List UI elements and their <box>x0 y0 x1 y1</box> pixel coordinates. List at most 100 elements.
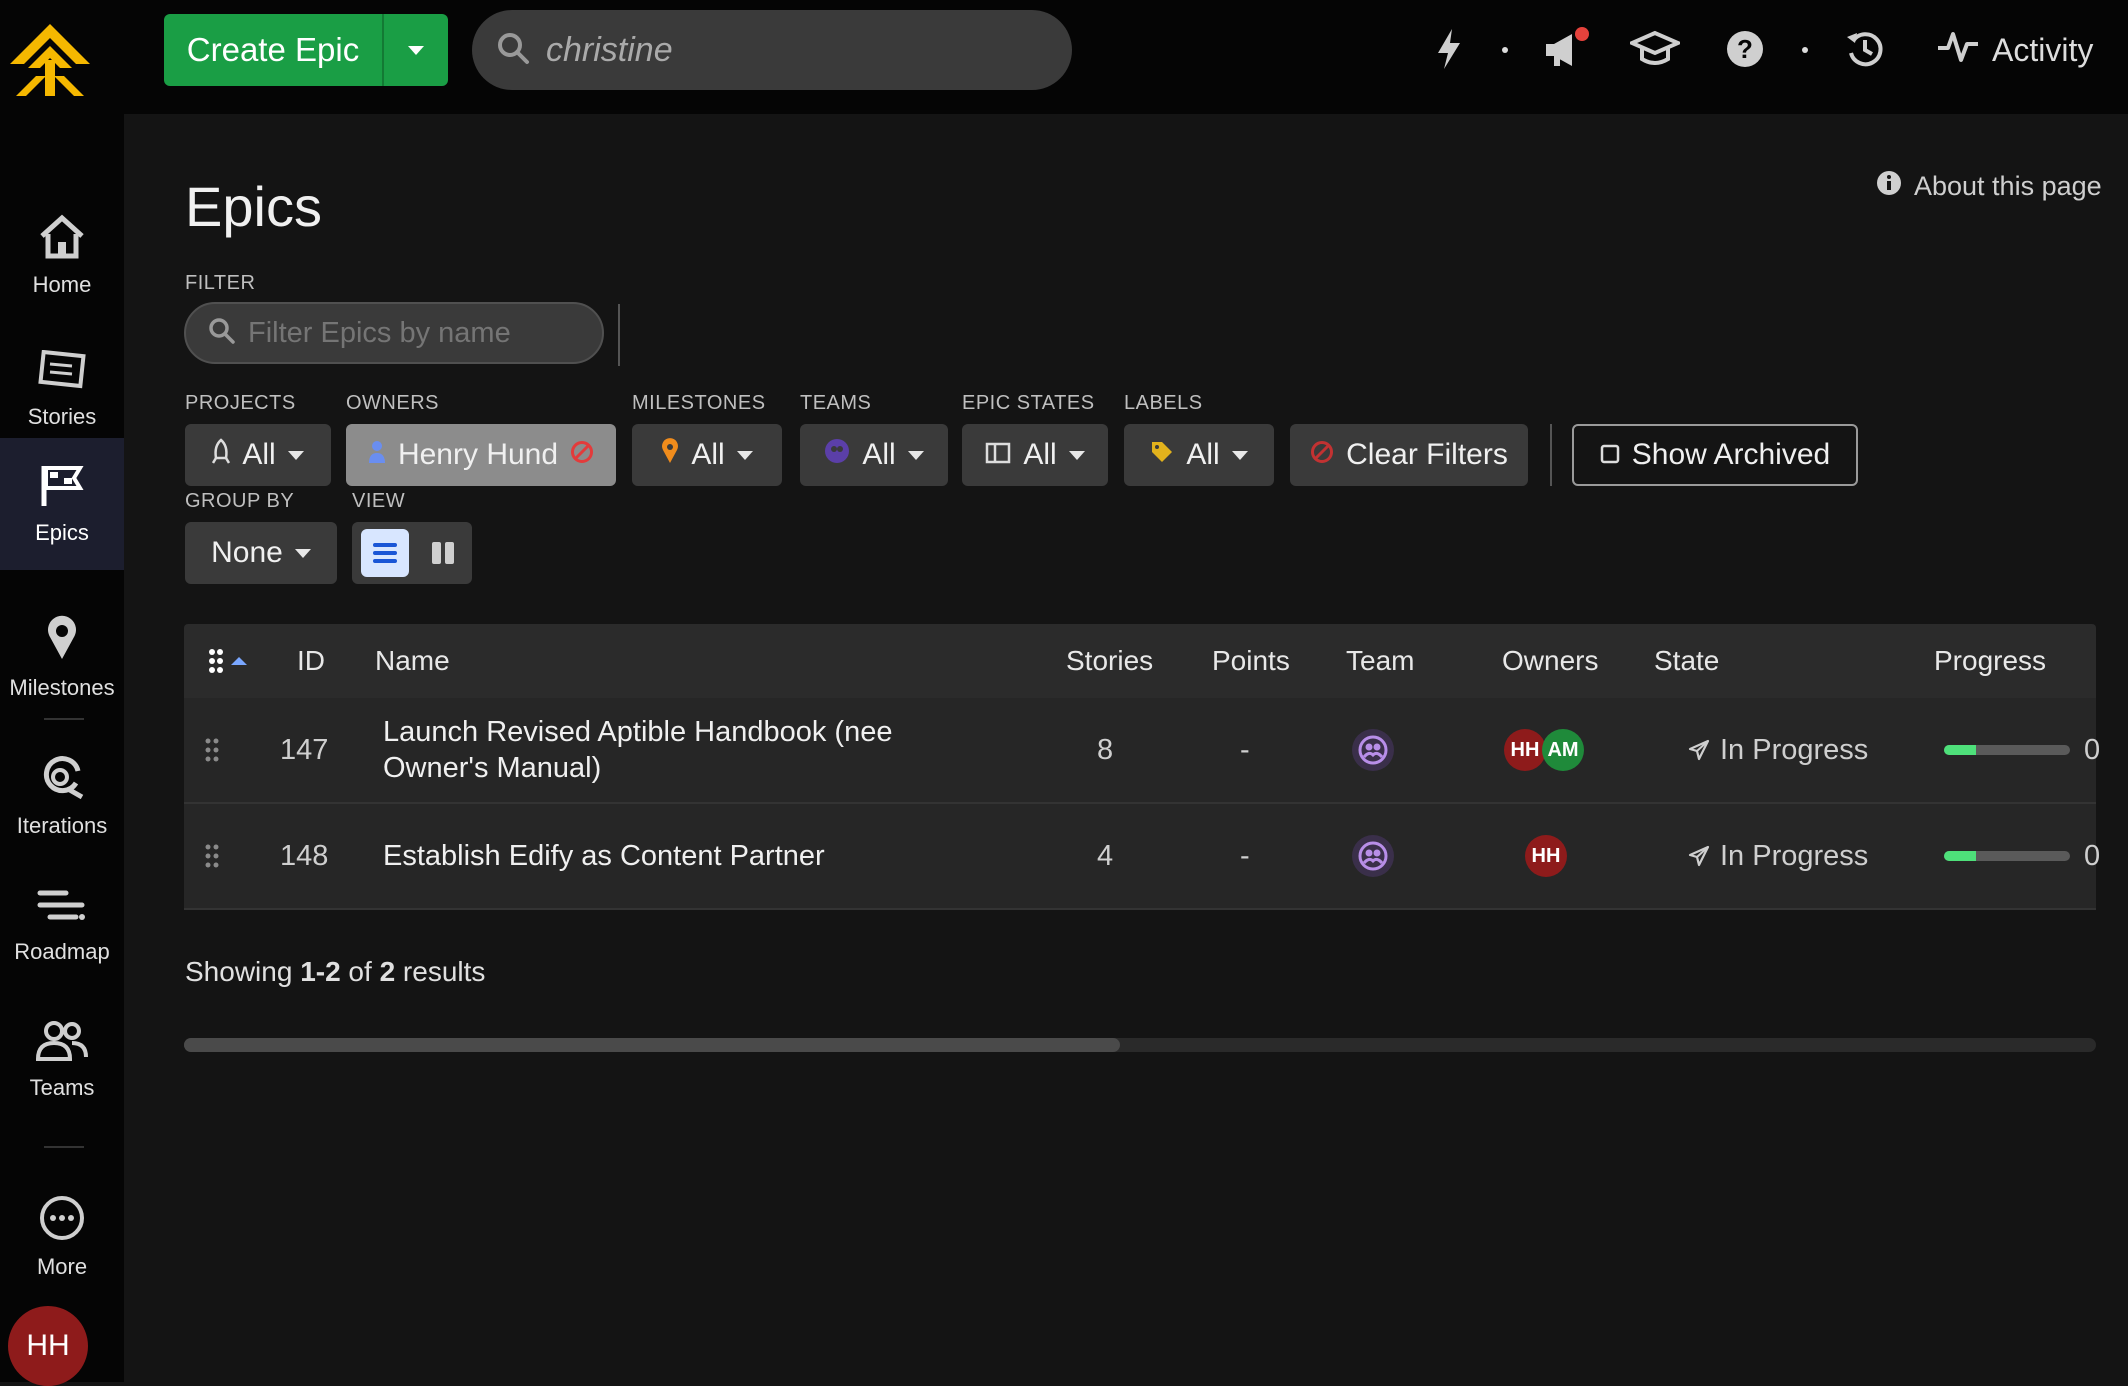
epic-id: 147 <box>280 733 329 766</box>
owners-avatars: HH AM <box>1504 698 1584 802</box>
list-view-icon <box>373 543 397 563</box>
sidebar-item-home[interactable]: Home <box>0 190 124 322</box>
view-label: VIEW <box>352 490 406 512</box>
iteration-icon <box>38 753 86 807</box>
col-id[interactable]: ID <box>297 645 325 677</box>
help-icon[interactable]: ? <box>1720 24 1770 74</box>
page-title: Epics <box>185 175 322 238</box>
sidebar-item-milestones[interactable]: Milestones <box>0 592 124 724</box>
labels-label: LABELS <box>1124 392 1203 414</box>
epic-name-line: Launch Revised Aptible Handbook (nee <box>383 716 893 748</box>
labels-value: All <box>1186 438 1220 471</box>
progress-text: 0 <box>2084 733 2101 766</box>
graduation-cap-icon[interactable] <box>1630 24 1680 74</box>
column-view-button[interactable] <box>423 529 463 577</box>
sidebar-item-label: Home <box>32 272 92 297</box>
team-avatar[interactable] <box>1352 698 1394 802</box>
sidebar-item-label: Iterations <box>16 813 108 838</box>
projects-value: All <box>242 438 276 471</box>
sidebar-item-more[interactable]: More <box>0 1180 124 1276</box>
teams-filter[interactable]: All <box>800 424 948 486</box>
group-by-label: GROUP BY <box>185 490 295 512</box>
team-icon <box>1352 729 1394 771</box>
drag-handle-icon[interactable] <box>204 804 220 908</box>
table-row[interactable]: 147 Launch Revised Aptible Handbook (nee… <box>184 698 2100 804</box>
column-view-icon <box>432 542 454 564</box>
pulse-icon <box>1936 28 1980 72</box>
chevron-down-icon <box>294 548 311 558</box>
lightning-icon[interactable] <box>1424 24 1474 74</box>
labels-filter[interactable]: All <box>1124 424 1274 486</box>
col-progress[interactable]: Progress <box>1934 645 2046 677</box>
state-label: In Progress <box>1720 839 1869 872</box>
chevron-down-icon <box>736 450 753 460</box>
filter-label: FILTER <box>185 272 256 294</box>
team-icon <box>1352 835 1394 877</box>
sidebar-item-teams[interactable]: Teams <box>0 994 124 1126</box>
col-team[interactable]: Team <box>1346 645 1414 677</box>
epic-name-link[interactable]: Establish Edify as Content Partner <box>383 804 825 908</box>
col-name[interactable]: Name <box>375 645 450 677</box>
sort-up-icon <box>231 657 247 665</box>
col-owners[interactable]: Owners <box>1502 645 1598 677</box>
drag-handle-icon[interactable] <box>204 698 220 802</box>
epic-states-value: All <box>1023 438 1057 471</box>
about-page-link[interactable]: About this page <box>1876 170 2102 203</box>
owner-avatar[interactable]: HH <box>1504 729 1546 771</box>
roadmap-icon <box>36 887 88 933</box>
milestones-filter[interactable]: All <box>632 424 782 486</box>
projects-filter[interactable]: All <box>185 424 331 486</box>
points-value: - <box>1240 733 1250 766</box>
history-icon[interactable] <box>1840 24 1890 74</box>
stories-count: 8 <box>1097 733 1114 766</box>
create-epic-button[interactable]: Create Epic <box>164 14 384 86</box>
sidebar-item-roadmap[interactable]: Roadmap <box>0 860 124 992</box>
sidebar-item-epics[interactable]: Epics <box>0 438 124 570</box>
show-archived-toggle[interactable]: Show Archived <box>1572 424 1858 486</box>
create-dropdown-button[interactable] <box>384 14 448 86</box>
results-summary: Showing 1-2 of 2 results <box>185 956 485 988</box>
list-view-button[interactable] <box>361 529 409 577</box>
search-input[interactable] <box>544 29 1048 71</box>
global-search <box>472 10 1072 90</box>
owners-filter[interactable]: Henry Hund <box>346 424 616 486</box>
col-state[interactable]: State <box>1654 645 1719 677</box>
owner-avatar[interactable]: HH <box>1525 835 1567 877</box>
group-by-select[interactable]: None <box>185 522 337 584</box>
scrollbar-thumb[interactable] <box>184 1038 1120 1052</box>
clear-filters-button[interactable]: Clear Filters <box>1290 424 1528 486</box>
announcements-icon[interactable] <box>1542 24 1592 74</box>
stories-count: 4 <box>1097 839 1114 872</box>
activity-button[interactable]: Activity <box>1936 22 2093 78</box>
sidebar-item-label: Stories <box>27 404 97 429</box>
filter-epics-input[interactable] <box>246 315 590 351</box>
horizontal-scrollbar[interactable] <box>184 1038 2096 1052</box>
progress-cell: 0 <box>1944 804 2100 908</box>
col-stories[interactable]: Stories <box>1066 645 1153 677</box>
app-logo[interactable] <box>6 20 94 100</box>
state-status[interactable]: In Progress <box>1688 698 1868 802</box>
col-points[interactable]: Points <box>1212 645 1290 677</box>
epic-states-filter[interactable]: All <box>962 424 1108 486</box>
sidebar-item-stories[interactable]: Stories <box>0 324 124 456</box>
table-header: ID Name Stories Points Team Owners State… <box>184 624 2096 698</box>
team-avatar[interactable] <box>1352 804 1394 908</box>
activity-label: Activity <box>1992 31 2094 68</box>
state-status[interactable]: In Progress <box>1688 804 1868 908</box>
sidebar-divider <box>44 718 84 720</box>
owner-avatar[interactable]: AM <box>1542 729 1584 771</box>
remove-owner-icon[interactable] <box>570 438 594 472</box>
reorder-sort-button[interactable] <box>208 648 248 674</box>
epic-name-link[interactable]: Launch Revised Aptible Handbook (nee Own… <box>383 698 892 802</box>
paper-plane-icon <box>1688 739 1710 761</box>
paper-plane-icon <box>1688 845 1710 867</box>
results-suffix: results <box>395 956 486 987</box>
table-row[interactable]: 148 Establish Edify as Content Partner 4… <box>184 804 2100 910</box>
checkbox-icon <box>1600 438 1620 472</box>
chevron-down-icon <box>1068 450 1085 460</box>
search-icon <box>496 31 530 70</box>
sidebar-item-iterations[interactable]: Iterations <box>0 730 124 862</box>
show-archived-label: Show Archived <box>1631 438 1831 471</box>
milestone-icon <box>42 615 82 669</box>
user-avatar[interactable]: HH <box>8 1306 88 1386</box>
